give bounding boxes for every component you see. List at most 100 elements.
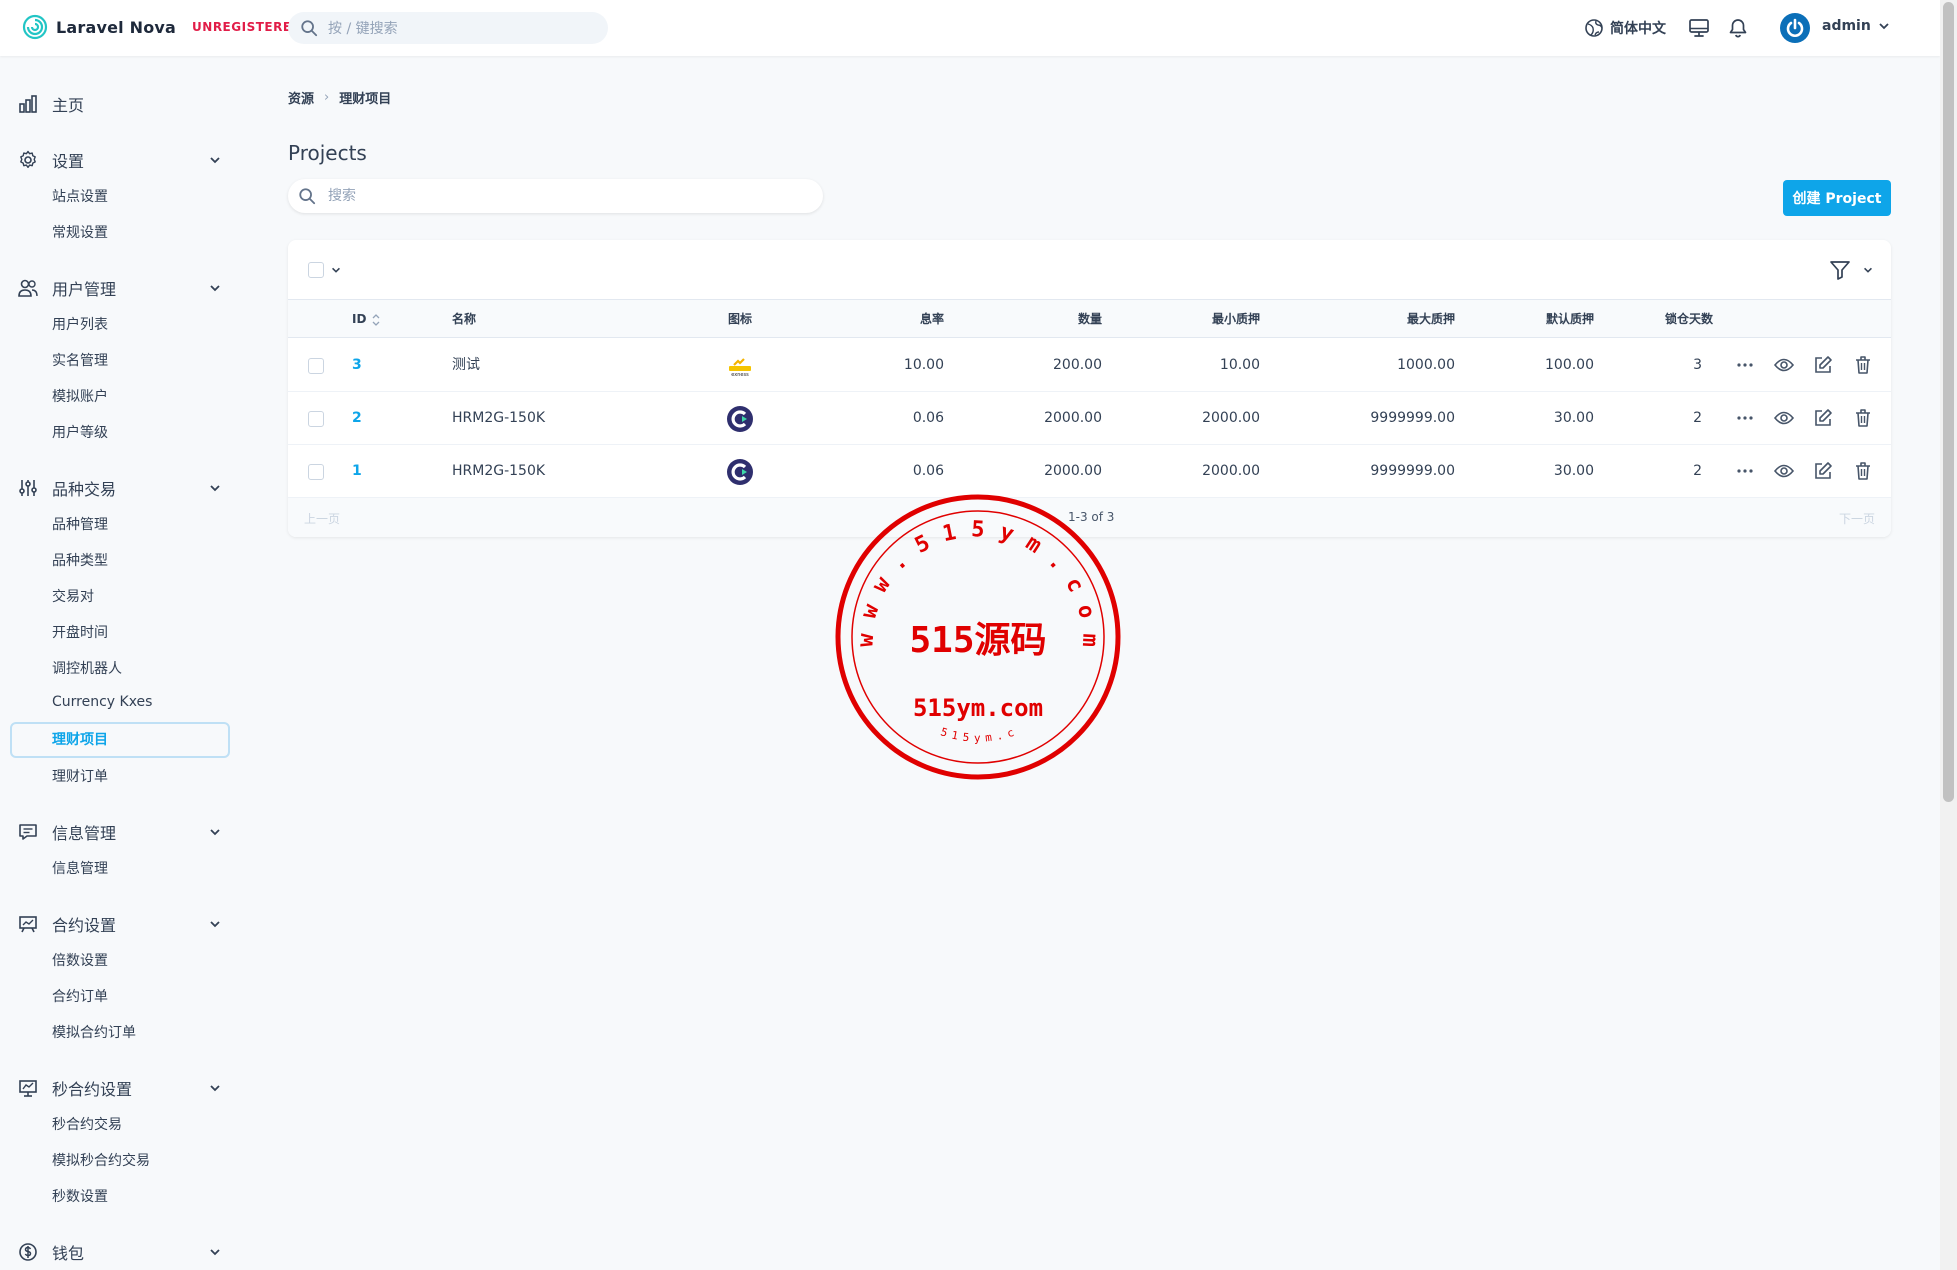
- sliders-icon: [19, 480, 37, 496]
- more-actions-icon[interactable]: [1734, 460, 1756, 482]
- sidebar-item-robots[interactable]: 调控机器人: [52, 658, 122, 678]
- sidebar-item-open-hours[interactable]: 开盘时间: [52, 622, 108, 642]
- row-name: HRM2G-150K: [452, 410, 546, 426]
- avatar[interactable]: [1780, 13, 1810, 43]
- chevron-down-icon: [210, 485, 220, 492]
- sidebar-group-users[interactable]: 用户管理: [18, 276, 222, 300]
- sidebar-item-general-settings[interactable]: 常规设置: [52, 222, 108, 242]
- row-quantity: 200.00: [1053, 357, 1102, 373]
- header-id[interactable]: ID: [352, 300, 380, 338]
- global-search-input[interactable]: 按 / 键搜索: [288, 12, 608, 44]
- table-row[interactable]: 2 HRM2G-150K 0.06 2000.00 2000.00 999999…: [288, 392, 1891, 445]
- row-min-stake: 2000.00: [1202, 463, 1260, 479]
- sidebar-group-contracts[interactable]: 合约设置: [18, 912, 222, 936]
- table-row[interactable]: 1 HRM2G-150K 0.06 2000.00 2000.00 999999…: [288, 445, 1891, 498]
- more-actions-icon[interactable]: [1734, 354, 1756, 376]
- sidebar-item-seconds-settings[interactable]: 秒数设置: [52, 1186, 108, 1206]
- edit-icon[interactable]: [1812, 460, 1834, 482]
- sidebar-item-pairs[interactable]: 交易对: [52, 586, 94, 606]
- sidebar-group-second-contracts[interactable]: 秒合约设置: [18, 1076, 222, 1100]
- svg-text:exness: exness: [731, 372, 749, 378]
- chevron-down-icon: [210, 285, 220, 292]
- prev-page-button[interactable]: 上一页: [304, 510, 340, 527]
- sidebar-group-label: 信息管理: [52, 824, 117, 843]
- page-scrollbar[interactable]: [1940, 0, 1957, 1270]
- row-lock-days: 2: [1693, 463, 1702, 479]
- sidebar-group-messages[interactable]: 信息管理: [18, 820, 222, 844]
- row-id-link[interactable]: 3: [352, 339, 362, 392]
- next-page-button[interactable]: 下一页: [1839, 510, 1875, 527]
- sidebar-item-message-management[interactable]: 信息管理: [52, 858, 108, 878]
- create-project-button[interactable]: 创建 Project: [1783, 180, 1891, 216]
- watermark-seal: www.515ym.com 515ym.com 515源码 515ym.com: [833, 492, 1121, 780]
- row-id-link[interactable]: 1: [352, 445, 362, 498]
- user-menu[interactable]: admin: [1822, 18, 1891, 34]
- resource-search-input[interactable]: [328, 179, 808, 213]
- view-icon[interactable]: [1773, 460, 1795, 482]
- sidebar-item-demo-accounts[interactable]: 模拟账户: [52, 386, 108, 406]
- sidebar-group-trading[interactable]: 品种交易: [18, 476, 222, 500]
- view-icon[interactable]: [1773, 407, 1795, 429]
- resource-search[interactable]: [288, 179, 823, 213]
- sidebar-item-home[interactable]: 主页: [18, 92, 222, 116]
- sidebar-item-currency-kxes[interactable]: Currency Kxes: [52, 694, 152, 710]
- filter-icon[interactable]: [1828, 258, 1852, 282]
- sidebar-item-leverage[interactable]: 倍数设置: [52, 950, 108, 970]
- message-icon: [19, 824, 37, 840]
- sidebar-item-demo-contract-orders[interactable]: 模拟合约订单: [52, 1022, 136, 1042]
- sidebar-item-symbol-types[interactable]: 品种类型: [52, 550, 108, 570]
- select-all-checkbox[interactable]: [308, 262, 324, 278]
- more-actions-icon[interactable]: [1734, 407, 1756, 429]
- trash-icon[interactable]: [1852, 407, 1874, 429]
- language-switch[interactable]: 简体中文: [1584, 18, 1666, 38]
- sidebar-item-user-levels[interactable]: 用户等级: [52, 422, 108, 442]
- trash-icon[interactable]: [1852, 354, 1874, 376]
- sidebar-item-label: 主页: [52, 96, 85, 115]
- breadcrumb: 资源 › 理财项目: [288, 88, 391, 107]
- row-rate: 10.00: [903, 357, 944, 373]
- row-rate: 0.06: [912, 410, 944, 426]
- chevron-down-icon[interactable]: [330, 264, 342, 276]
- header-lock-days: 锁仓天数: [1664, 312, 1713, 326]
- view-icon[interactable]: [1773, 354, 1795, 376]
- scroll-thumb[interactable]: [1943, 2, 1954, 802]
- sidebar-group-label: 秒合约设置: [52, 1080, 133, 1099]
- sidebar-item-user-list[interactable]: 用户列表: [52, 314, 108, 334]
- brand[interactable]: Laravel Nova UNREGISTERED: [22, 14, 302, 40]
- sidebar-group-label: 设置: [52, 152, 85, 171]
- sidebar-item-projects[interactable]: 理财项目: [10, 722, 230, 758]
- breadcrumb-resources[interactable]: 资源: [288, 88, 314, 107]
- sidebar-item-second-trading[interactable]: 秒合约交易: [52, 1114, 122, 1134]
- sidebar-item-symbols[interactable]: 品种管理: [52, 514, 108, 534]
- sidebar-group-label: 用户管理: [52, 280, 117, 299]
- sidebar-group-wallet[interactable]: 钱包: [18, 1240, 222, 1264]
- sidebar-item-site-settings[interactable]: 站点设置: [52, 186, 108, 206]
- bell-icon[interactable]: [1727, 17, 1749, 39]
- trash-icon[interactable]: [1852, 460, 1874, 482]
- row-default-stake: 30.00: [1553, 463, 1594, 479]
- row-checkbox[interactable]: [308, 358, 324, 374]
- gear-icon: [20, 150, 36, 168]
- edit-icon[interactable]: [1812, 354, 1834, 376]
- edit-icon[interactable]: [1812, 407, 1834, 429]
- chevron-down-icon[interactable]: [1862, 264, 1874, 276]
- desktop-icon[interactable]: [1688, 17, 1710, 39]
- row-id-link[interactable]: 2: [352, 392, 362, 445]
- chevron-down-icon: [1879, 23, 1889, 30]
- sidebar-item-kyc[interactable]: 实名管理: [52, 350, 108, 370]
- sidebar-item-demo-second-trading[interactable]: 模拟秒合约交易: [52, 1150, 150, 1170]
- sidebar-item-project-orders[interactable]: 理财订单: [52, 766, 108, 786]
- sidebar-item-contract-orders[interactable]: 合约订单: [52, 986, 108, 1006]
- row-checkbox[interactable]: [308, 464, 324, 480]
- header-id-label: ID: [352, 312, 367, 326]
- app-name: Laravel Nova: [56, 17, 177, 37]
- table-toolbar: [288, 240, 1891, 300]
- exness-logo-icon: exness: [729, 358, 751, 378]
- c-logo-icon: [727, 406, 753, 432]
- sidebar-group-settings[interactable]: 设置: [18, 148, 222, 172]
- row-checkbox[interactable]: [308, 411, 324, 427]
- table-row[interactable]: 3 测试 exness 10.00 200.00 10.00 1000.00 1…: [288, 339, 1891, 392]
- row-lock-days: 3: [1693, 357, 1702, 373]
- language-label: 简体中文: [1610, 21, 1666, 37]
- sidebar-group-label: 钱包: [52, 1244, 85, 1263]
